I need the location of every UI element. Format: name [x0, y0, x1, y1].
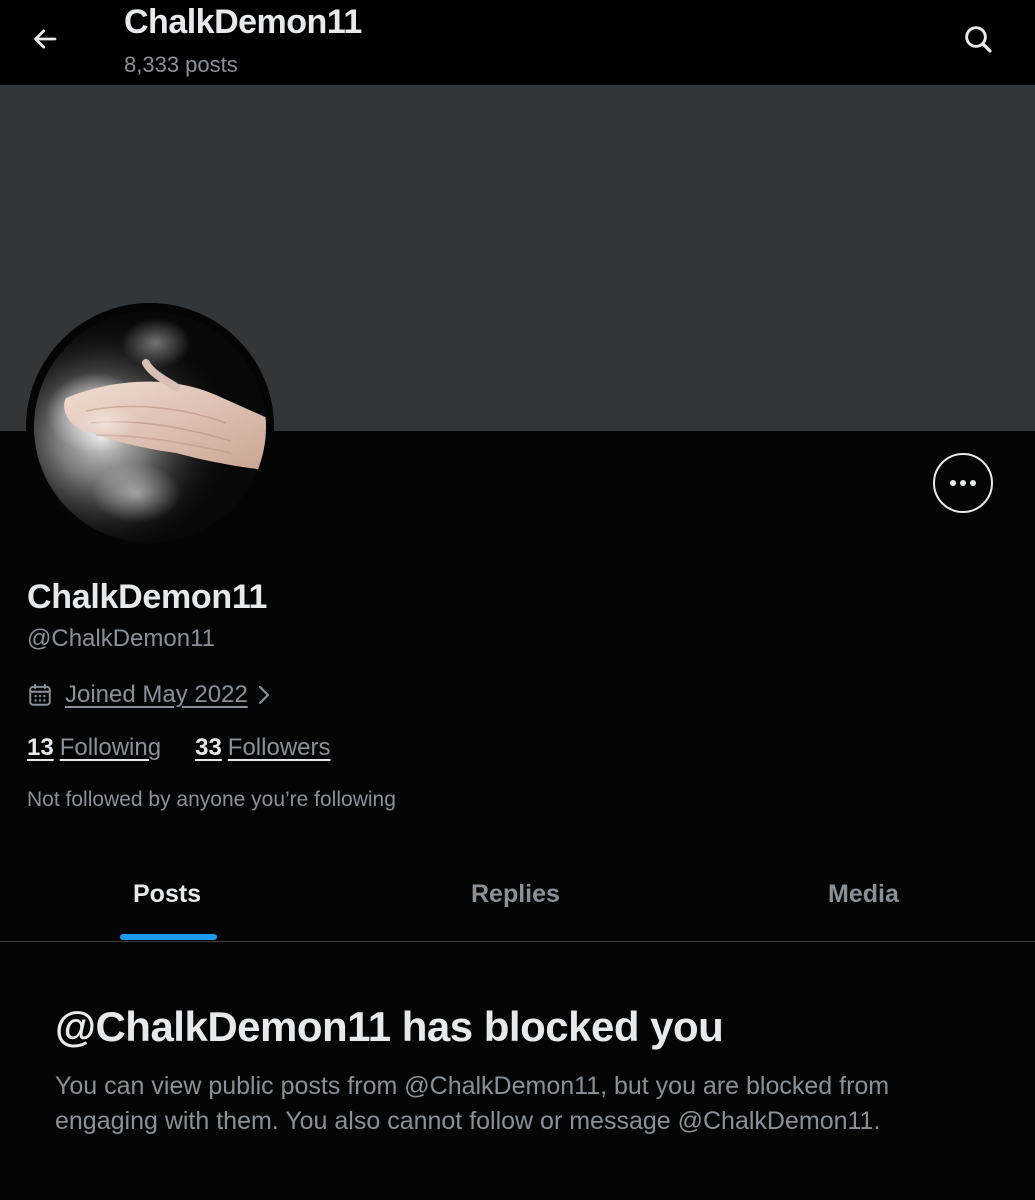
followers-link[interactable]: 33 Followers: [195, 734, 330, 762]
following-link[interactable]: 13 Following: [27, 734, 161, 762]
tab-divider: [0, 941, 1035, 942]
tab-media[interactable]: Media: [828, 880, 899, 909]
joined-date-row[interactable]: Joined May 2022: [27, 678, 272, 712]
arrow-left-icon: [34, 29, 57, 49]
active-tab-indicator: [120, 934, 217, 940]
mutuals-note: Not followed by anyone you’re following: [27, 788, 396, 811]
back-button[interactable]: [24, 18, 66, 60]
blocked-title: @ChalkDemon11 has blocked you: [55, 1003, 724, 1050]
chevron-right-icon: [256, 683, 272, 707]
tab-replies[interactable]: Replies: [471, 880, 560, 909]
user-handle: @ChalkDemon11: [27, 625, 216, 652]
avatar[interactable]: [26, 303, 274, 551]
calendar-icon: [29, 683, 51, 706]
profile-tabs: Posts Replies Media: [0, 862, 1035, 942]
following-label: Following: [59, 734, 162, 761]
display-name: ChalkDemon11: [27, 578, 268, 616]
top-bar: ChalkDemon11 8,333 posts: [0, 0, 1035, 85]
more-horizontal-icon: [950, 480, 976, 486]
search-button[interactable]: [956, 18, 1000, 60]
blocked-message: You can view public posts from @ChalkDem…: [55, 1072, 890, 1135]
followers-label: Followers: [227, 734, 331, 761]
follow-stats: 13 Following 33 Followers: [27, 734, 331, 762]
search-icon: [965, 26, 992, 53]
joined-date[interactable]: Joined May 2022: [65, 681, 248, 709]
following-count: 13: [27, 734, 54, 761]
tab-posts[interactable]: Posts: [133, 880, 201, 909]
followers-count: 33: [195, 734, 222, 761]
avatar-image: [26, 303, 274, 551]
more-options-button[interactable]: [933, 453, 993, 513]
header-title: ChalkDemon11: [124, 3, 362, 41]
post-count: 8,333 posts: [124, 52, 238, 77]
